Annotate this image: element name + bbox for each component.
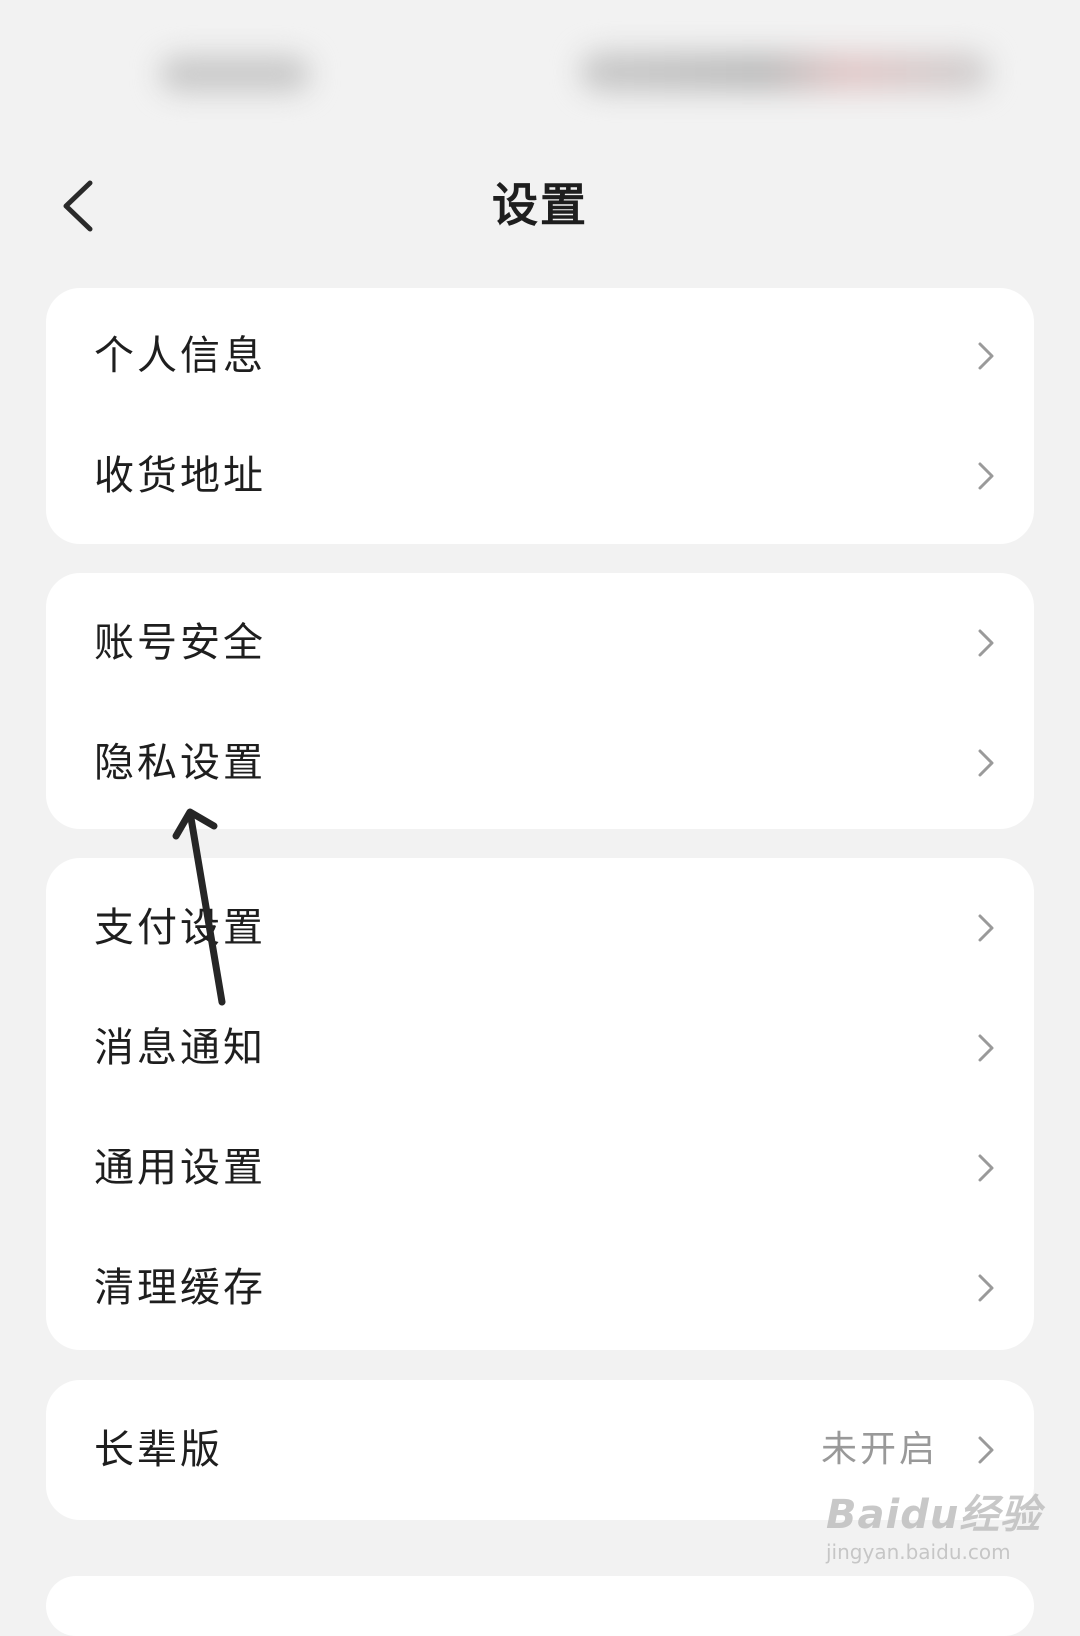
status-bar	[0, 0, 1080, 140]
settings-item-privacy[interactable]: 隐私设置	[46, 703, 1034, 823]
settings-item-label: 消息通知	[94, 1025, 266, 1071]
settings-item-shipping-address[interactable]: 收货地址	[46, 416, 1034, 536]
status-icons-blurred	[580, 52, 990, 92]
chevron-right-icon	[978, 1274, 994, 1302]
baidu-watermark: Baidu经验 jingyan.baidu.com	[826, 1482, 1066, 1578]
settings-item-label: 隐私设置	[94, 740, 266, 786]
watermark-brand: Baidu经验	[826, 1492, 1042, 1538]
page-title: 设置	[492, 178, 588, 232]
settings-item-label: 账号安全	[94, 620, 266, 666]
settings-item-label: 通用设置	[94, 1145, 266, 1191]
settings-group-profile: 个人信息 收货地址	[46, 288, 1034, 544]
chevron-right-icon	[978, 342, 994, 370]
settings-group-general: 支付设置 消息通知 通用设置 清理缓存	[46, 858, 1034, 1350]
settings-group-security: 账号安全 隐私设置	[46, 573, 1034, 829]
chevron-right-icon	[978, 462, 994, 490]
settings-item-general[interactable]: 通用设置	[46, 1108, 1034, 1228]
settings-item-label: 长辈版	[94, 1427, 223, 1473]
settings-item-label: 个人信息	[94, 333, 266, 379]
chevron-left-icon	[63, 180, 93, 232]
settings-item-clear-cache[interactable]: 清理缓存	[46, 1228, 1034, 1348]
next-settings-group	[46, 1576, 1034, 1636]
chevron-right-icon	[978, 914, 994, 942]
back-button[interactable]	[52, 176, 102, 236]
chevron-right-icon	[978, 1436, 994, 1464]
watermark-url: jingyan.baidu.com	[826, 1540, 1011, 1564]
nav-bar: 设置	[0, 160, 1080, 250]
status-time-blurred	[160, 56, 310, 92]
chevron-right-icon	[978, 629, 994, 657]
chevron-right-icon	[978, 1034, 994, 1062]
chevron-right-icon	[978, 749, 994, 777]
settings-item-personal-info[interactable]: 个人信息	[46, 296, 1034, 416]
settings-item-notifications[interactable]: 消息通知	[46, 988, 1034, 1108]
settings-item-label: 收货地址	[94, 453, 266, 499]
settings-item-label: 清理缓存	[94, 1265, 266, 1311]
settings-item-account-security[interactable]: 账号安全	[46, 583, 1034, 703]
settings-item-label: 支付设置	[94, 905, 266, 951]
settings-item-payment[interactable]: 支付设置	[46, 868, 1034, 988]
chevron-right-icon	[978, 1154, 994, 1182]
